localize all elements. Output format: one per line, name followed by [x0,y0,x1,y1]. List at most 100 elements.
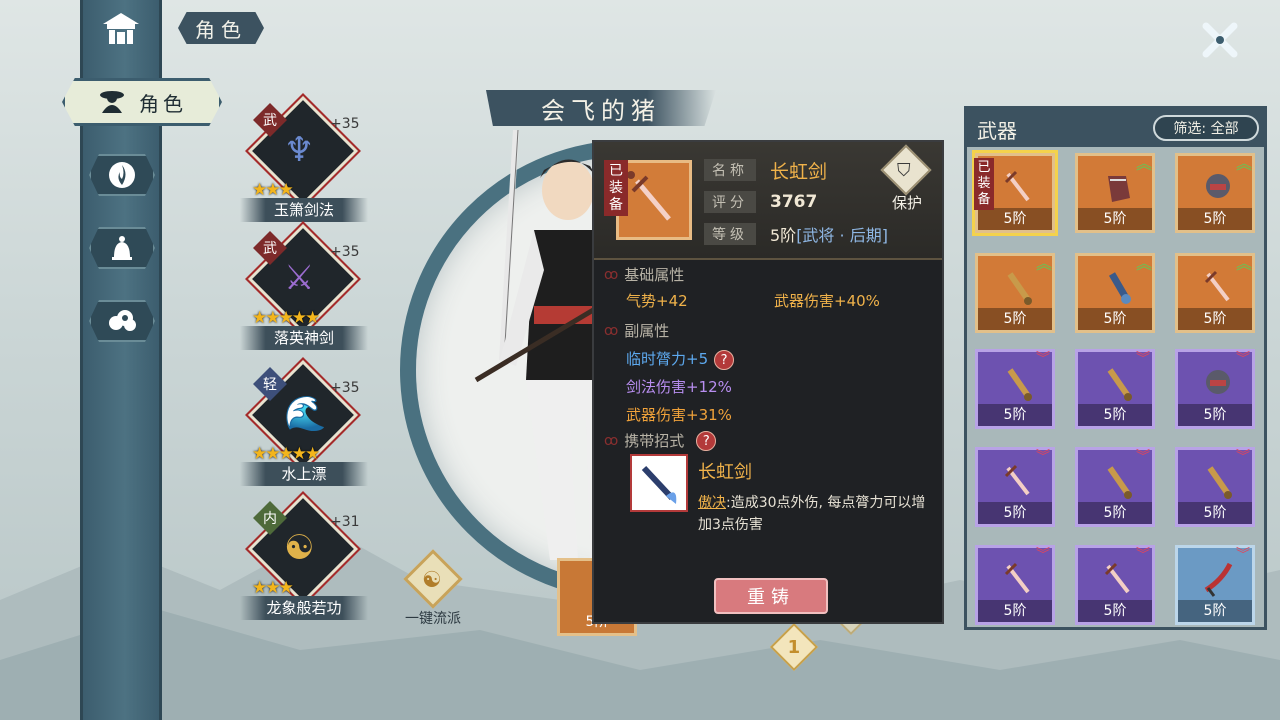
upgrade-arrow-icon: ︽ [1135,154,1152,173]
weapon-cell[interactable]: 5阶 ︽ [1075,253,1155,333]
sub-attr-1: 临时膂力+5? [626,348,735,370]
weapon-level: 5阶 [1178,600,1252,622]
weapon-cell[interactable]: 5阶 ︽ [1075,153,1155,233]
flame-icon [109,162,135,188]
weapon-cell[interactable]: 5阶 ︽ [1175,253,1255,333]
upgrade-arrow-icon: ︽ [1135,254,1152,273]
carried-skill-icon[interactable] [630,454,688,512]
skill-bonus: +31 [330,514,360,530]
base-attr-1: 气势+42 [626,292,688,310]
tab-character[interactable]: 角色 [62,78,222,126]
protect-label: 保护 [891,194,922,212]
base-attributes-title: ꝏ 基础属性 [604,266,685,284]
flute-icon [1202,462,1234,500]
sub-attr-2: 剑法伤害+12% [626,378,732,396]
house-icon[interactable] [99,10,143,48]
bottle-icon [1102,268,1134,306]
weapon-cell[interactable]: 5阶 ︾ [975,349,1055,429]
tab-other[interactable] [89,300,155,342]
skill-art: ♆ [284,130,315,170]
score-row: 评分 3767 [704,190,817,214]
one-key-label: 一键流派 [405,611,461,627]
upgrade-arrow-icon: ︽ [1035,254,1052,273]
skill-art: ☯ [284,528,315,568]
grade-key: 等级 [704,223,756,245]
downgrade-arrow-icon: ︾ [1036,547,1050,563]
cloud-mark-icon: ꝏ [604,432,619,449]
filter-button[interactable]: 筛选: 全部 [1153,115,1259,141]
page-title: 角色 [178,12,264,44]
lock-glyph: ⛉ [897,160,911,181]
weapon-level: 5阶 [978,600,1052,622]
skill-stars: ★★★ [252,578,294,598]
weapon-cell[interactable]: 5阶 ︾ [975,447,1055,527]
weapon-panel: 武器 筛选: 全部 5阶 已装备 5阶 ︽ 5阶 ︽ 5阶 ︽ 5阶 ︽ 5阶 ︽ 5阶 ︾ 5阶 ︾ 5阶 ︾ 5… [964,106,1267,630]
weapon-cell[interactable]: 5阶 ︾ [975,545,1055,625]
skill-slot-4[interactable]: ☯ 内 +31 ★★★ 龙象般若功 [240,491,368,620]
slot-number-1[interactable]: 1 [769,622,819,672]
help-icon[interactable]: ? [696,430,717,451]
weapon-cell[interactable]: 5阶 ︾ [1075,545,1155,625]
sub-attributes-title: ꝏ 副属性 [604,322,670,340]
skill-slot-3[interactable]: 🌊 轻 +35 ★★★★★ 水上漂 [240,357,368,486]
weapon-cell[interactable]: 5阶 ︽ [1175,153,1255,233]
skill-stars: ★★★★★ [252,444,320,464]
skill-bonus: +35 [330,116,360,132]
recast-button[interactable]: 重铸 [714,578,828,614]
weapon-cell[interactable]: 5阶 ︾ [1075,349,1155,429]
helmet-icon [1202,168,1234,206]
weapon-cell[interactable]: 5阶 ︾ [1175,447,1255,527]
bell-icon [112,236,132,260]
base-attr-2: 武器伤害+40% [774,292,880,310]
skill-stars: ★★★ [252,180,294,200]
help-icon[interactable]: ? [714,350,735,370]
skill-name: 落英神剑 [240,326,368,350]
tab-skills[interactable] [89,154,155,196]
score-key: 评分 [704,191,756,213]
grade-note: [武将 · 后期] [796,226,888,245]
weapon-level: 5阶 [978,404,1052,426]
weapon-level: 5阶 [978,502,1052,524]
downgrade-arrow-icon: ︾ [1136,351,1150,367]
equipped-badge: 已装备 [974,158,994,210]
weapon-cell[interactable]: 5阶 ︽ [975,253,1055,333]
skill-slot-1[interactable]: ♆ 武 +35 ★★★ 玉箫剑法 [240,93,368,222]
protect-button[interactable]: ⛉ 保护 [880,144,934,212]
tab-inventory[interactable] [89,227,155,269]
flute-icon [1002,268,1034,306]
weapon-level: 5阶 [1078,308,1152,330]
name-row: 名称 长虹剑 [704,158,828,183]
weapon-cell[interactable]: 5阶 已装备 [972,150,1058,236]
equipped-badge: 已装备 [604,160,628,216]
weapon-name: 长虹剑 [770,160,828,183]
downgrade-arrow-icon: ︾ [1136,547,1150,563]
carried-skill-title: ꝏ 携带招式? [604,430,717,451]
skill-art: 🌊 [284,394,327,434]
weapon-cell[interactable]: 5阶 ︾ [1175,545,1255,625]
cloud-icon [109,310,136,331]
weapon-level: 5阶 [978,308,1052,330]
close-icon[interactable] [1200,20,1240,60]
weapon-cell[interactable]: 5阶 ︾ [1075,447,1155,527]
skill-slot-2[interactable]: ⚔ 武 +35 ★★★★★ 落英神剑 [240,221,368,350]
cloud-mark-icon: ꝏ [604,322,619,339]
flute-icon [1102,462,1134,500]
skill-bonus: +35 [330,380,360,396]
grade-value: 5阶 [770,226,797,245]
blade-icon [1202,560,1234,598]
weapon-level: 5阶 [1078,600,1152,622]
weapon-cell[interactable]: 5阶 ︾ [1175,349,1255,429]
downgrade-arrow-icon: ︾ [1236,547,1250,563]
weapon-level: 5阶 [1178,308,1252,330]
skill-name: 龙象般若功 [240,596,368,620]
name-key: 名称 [704,159,756,181]
downgrade-arrow-icon: ︾ [1236,351,1250,367]
skill-bonus: +35 [330,244,360,260]
skill-keyword[interactable]: 傲决 [698,495,726,511]
weapon-level: 5阶 [1178,404,1252,426]
downgrade-arrow-icon: ︾ [1036,449,1050,465]
downgrade-arrow-icon: ︾ [1236,449,1250,465]
skill-name: 玉箫剑法 [240,198,368,222]
weapon-level: 5阶 [1078,502,1152,524]
carried-skill-desc: 傲决:造成30点外伤, 每点膂力可以增加3点伤害 [698,495,926,533]
